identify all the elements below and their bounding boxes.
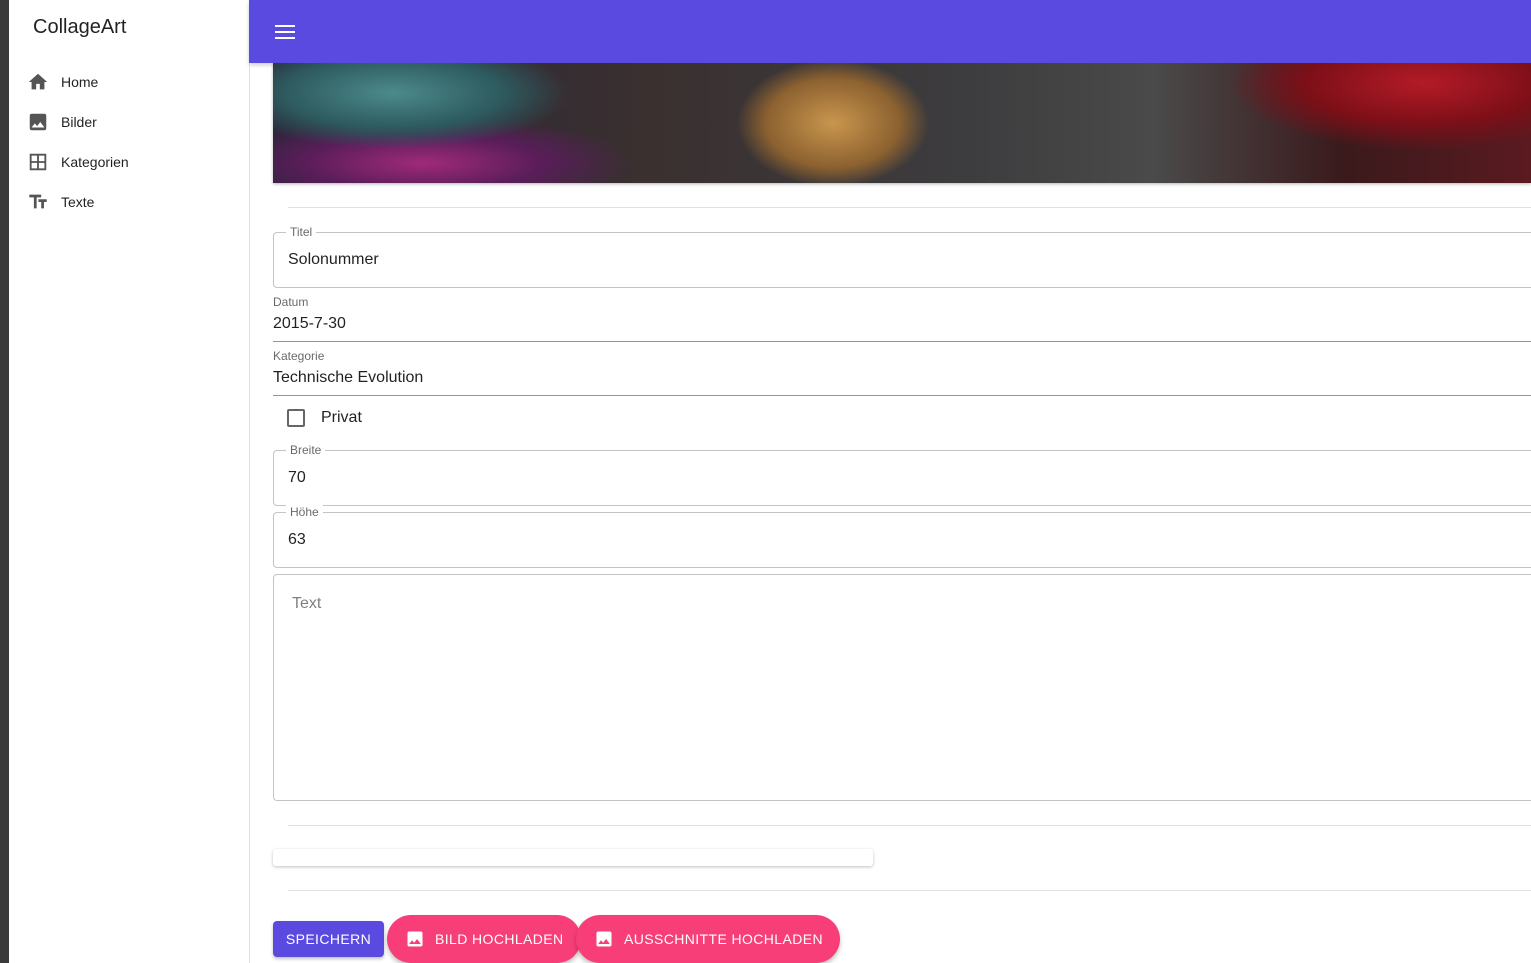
divider bbox=[288, 890, 1531, 891]
grid-icon bbox=[27, 151, 49, 173]
upload-image-label: BILD HOCHLADEN bbox=[435, 931, 564, 947]
kategorie-select[interactable]: Kategorie Technische Evolution bbox=[273, 349, 1531, 396]
sidebar-item-label: Home bbox=[61, 74, 99, 90]
datum-value: 2015-7-30 bbox=[273, 315, 346, 332]
navigation-drawer: CollageArt Home Bilder Kategorien Texte bbox=[9, 0, 250, 963]
window-edge bbox=[0, 0, 9, 963]
datum-label: Datum bbox=[273, 295, 309, 309]
titel-label: Titel bbox=[286, 225, 317, 239]
sidebar-item-kategorien[interactable]: Kategorien bbox=[9, 142, 249, 182]
divider bbox=[288, 825, 1531, 826]
image-icon bbox=[405, 929, 425, 949]
hoehe-value: 63 bbox=[288, 531, 306, 548]
image-icon bbox=[27, 111, 49, 133]
sidebar-item-label: Bilder bbox=[61, 114, 97, 130]
app-bar bbox=[249, 0, 1531, 63]
hoehe-field[interactable]: Höhe 63 bbox=[273, 505, 1531, 568]
menu-button[interactable] bbox=[271, 18, 299, 46]
save-button[interactable]: SPEICHERN bbox=[273, 921, 384, 957]
kategorie-label: Kategorie bbox=[273, 349, 325, 363]
sidebar-item-label: Kategorien bbox=[61, 154, 129, 170]
nav-list: Home Bilder Kategorien Texte bbox=[9, 62, 249, 222]
save-button-label: SPEICHERN bbox=[285, 931, 372, 947]
kategorie-value: Technische Evolution bbox=[273, 369, 424, 386]
sidebar-item-label: Texte bbox=[61, 194, 95, 210]
divider bbox=[288, 207, 1531, 208]
sidebar-item-bilder[interactable]: Bilder bbox=[9, 102, 249, 142]
text-placeholder: Text bbox=[292, 595, 322, 612]
titel-value: Solonummer bbox=[288, 251, 379, 268]
upload-image-button[interactable]: BILD HOCHLADEN bbox=[387, 915, 581, 963]
upload-cutouts-button[interactable]: AUSSCHNITTE HOCHLADEN bbox=[576, 915, 840, 963]
privat-label: Privat bbox=[321, 409, 362, 426]
hoehe-label: Höhe bbox=[286, 505, 323, 519]
upload-cutouts-label: AUSSCHNITTE HOCHLADEN bbox=[624, 931, 823, 947]
privat-option: Privat bbox=[287, 409, 362, 427]
image-icon bbox=[594, 929, 614, 949]
titel-field[interactable]: Titel Solonummer bbox=[273, 225, 1531, 288]
breite-field[interactable]: Breite 70 bbox=[273, 443, 1531, 506]
menu-icon bbox=[275, 25, 295, 39]
sidebar-item-home[interactable]: Home bbox=[9, 62, 249, 102]
collage-image bbox=[273, 63, 1531, 183]
home-icon bbox=[27, 71, 49, 93]
text-fields-icon bbox=[27, 191, 49, 213]
breite-value: 70 bbox=[288, 469, 306, 486]
main-content: Titel Solonummer Datum 2015-7-30 Kategor… bbox=[249, 63, 1531, 963]
text-area[interactable]: Text bbox=[273, 574, 1531, 801]
breite-label: Breite bbox=[286, 443, 326, 457]
datum-field[interactable]: Datum 2015-7-30 bbox=[273, 295, 1531, 342]
privat-checkbox[interactable] bbox=[287, 409, 305, 427]
empty-card bbox=[273, 849, 873, 866]
app-brand: CollageArt bbox=[33, 16, 127, 38]
sidebar-item-texte[interactable]: Texte bbox=[9, 182, 249, 222]
